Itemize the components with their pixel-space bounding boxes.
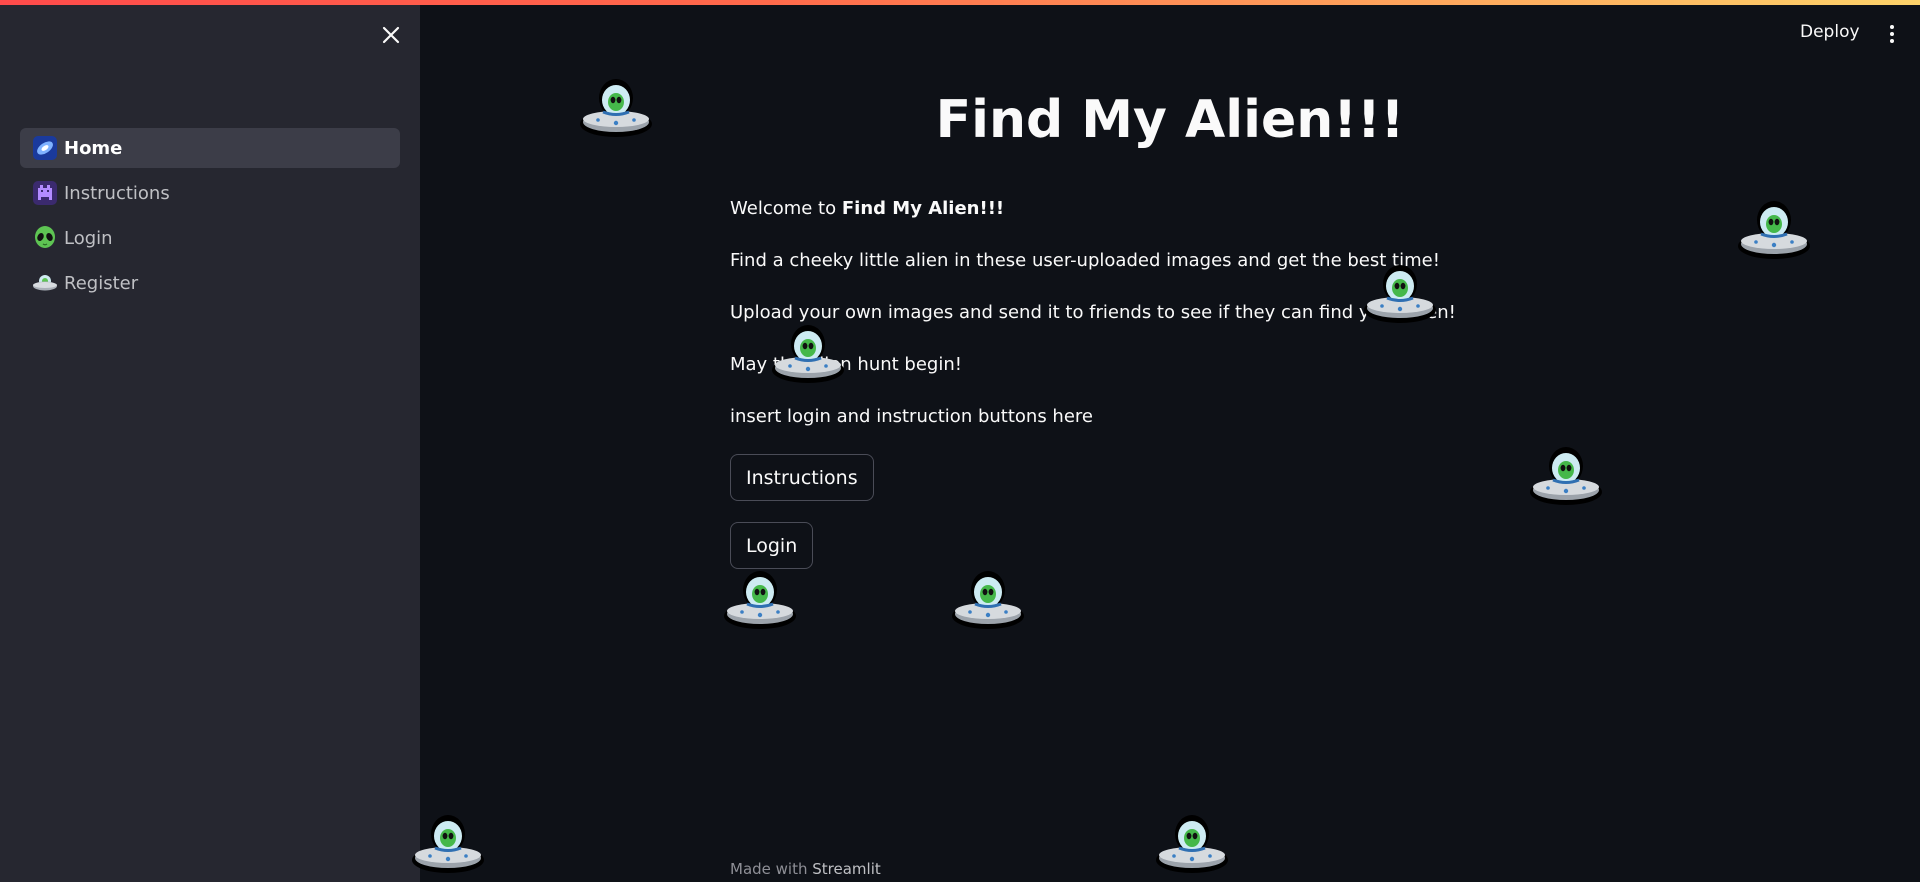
streamlit-link[interactable]: Streamlit <box>812 860 881 878</box>
menu-dot <box>1890 25 1894 29</box>
menu-dot <box>1890 32 1894 36</box>
ufo-icon <box>1528 445 1604 507</box>
galaxy-icon <box>32 135 58 161</box>
ufo-icon <box>32 270 58 296</box>
main-menu-icon[interactable] <box>1882 22 1902 46</box>
close-sidebar-button[interactable] <box>378 22 404 48</box>
ufo-icon <box>1362 263 1438 325</box>
sidebar: Home Instructions Login Register <box>0 0 420 882</box>
ufo-icon <box>950 569 1026 631</box>
welcome-text: Welcome to Find My Alien!!! <box>730 198 1004 219</box>
ufo-icon <box>578 77 654 139</box>
ufo-icon <box>770 323 846 385</box>
top-decoration-bar <box>0 0 1920 5</box>
sidebar-item-login[interactable]: Login <box>20 218 400 258</box>
sidebar-item-instructions[interactable]: Instructions <box>20 173 400 213</box>
welcome-bold: Find My Alien!!! <box>841 198 1005 219</box>
page-title: Find My Alien!!! <box>935 90 1405 150</box>
ufo-icon <box>410 813 486 875</box>
menu-dot <box>1890 39 1894 43</box>
instructions-button[interactable]: Instructions <box>730 454 874 501</box>
sidebar-item-home[interactable]: Home <box>20 128 400 168</box>
sidebar-item-label: Instructions <box>64 182 170 204</box>
sidebar-nav: Home Instructions Login Register <box>20 128 400 308</box>
intro-line-2: Upload your own images and send it to fr… <box>730 302 1456 323</box>
welcome-prefix: Welcome to <box>730 198 842 219</box>
sidebar-item-label: Login <box>64 227 113 249</box>
alien-icon <box>32 225 58 251</box>
close-icon <box>382 26 400 44</box>
deploy-button[interactable]: Deploy <box>1800 22 1860 42</box>
intro-line-1: Find a cheeky little alien in these user… <box>730 250 1440 271</box>
ufo-icon <box>1736 199 1812 261</box>
intro-line-3: May the alien hunt begin! <box>730 354 962 375</box>
login-button[interactable]: Login <box>730 522 814 569</box>
footer-prefix: Made with <box>730 860 813 878</box>
sidebar-item-label: Home <box>64 137 123 159</box>
ufo-icon <box>722 569 798 631</box>
intro-line-4: insert login and instruction buttons her… <box>730 406 1093 427</box>
sidebar-item-register[interactable]: Register <box>20 263 400 303</box>
space-invader-icon <box>32 180 58 206</box>
ufo-icon <box>1154 813 1230 875</box>
sidebar-item-label: Register <box>64 272 139 294</box>
footer: Made with Streamlit <box>730 860 881 878</box>
